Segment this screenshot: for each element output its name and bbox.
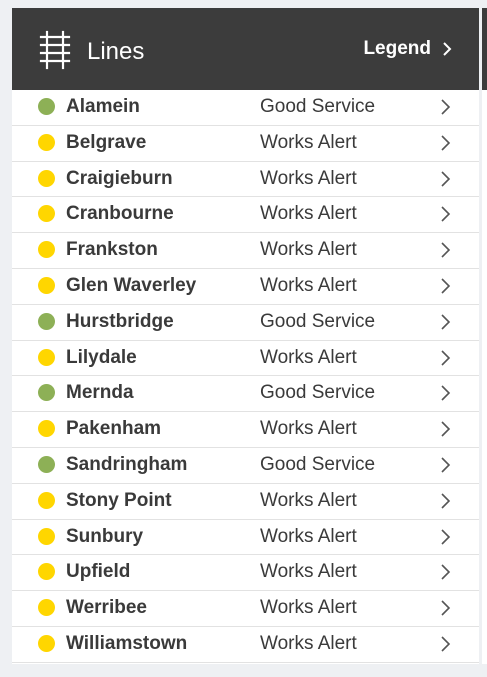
status-dot <box>38 98 55 115</box>
chevron-right-icon <box>441 636 451 652</box>
scroll-edge <box>482 90 487 664</box>
chevron-right-icon <box>443 42 452 56</box>
line-status: Works Alert <box>260 346 357 368</box>
line-row[interactable]: Glen Waverley Works Alert <box>12 269 479 305</box>
line-name: Cranbourne <box>66 203 174 225</box>
line-row[interactable]: Cranbourne Works Alert <box>12 197 479 234</box>
line-row[interactable]: Craigieburn Works Alert <box>12 162 479 198</box>
lines-panel: Lines Legend Alamein Good Service Belgrave… <box>12 8 479 664</box>
chevron-right-icon <box>441 600 451 616</box>
chevron-right-icon <box>441 206 451 222</box>
line-row[interactable]: Hurstbridge Good Service <box>12 305 479 341</box>
line-status: Good Service <box>260 453 376 475</box>
line-status: Works Alert <box>260 274 357 296</box>
lines-list: Alamein Good Service Belgrave Works Alert Cr… <box>12 90 479 663</box>
status-dot <box>38 169 55 187</box>
line-name: Stony Point <box>66 489 172 511</box>
chevron-right-icon <box>441 135 451 151</box>
status-dot <box>38 563 55 581</box>
status-dot <box>38 276 55 294</box>
status-dot <box>38 348 55 366</box>
status-dot <box>38 527 55 545</box>
status-dot <box>38 133 55 151</box>
status-dot <box>38 205 55 223</box>
line-name: Belgrave <box>66 131 147 153</box>
status-dot <box>38 420 55 438</box>
line-status: Good Service <box>260 96 376 117</box>
status-dot <box>38 599 55 617</box>
chevron-right-icon <box>441 421 451 437</box>
chevron-right-icon <box>441 564 451 580</box>
line-row[interactable]: Alamein Good Service <box>12 90 479 126</box>
line-row[interactable]: Mernda Good Service <box>12 376 479 413</box>
header-edge <box>482 8 487 90</box>
line-row[interactable]: Sunbury Works Alert <box>12 520 479 556</box>
chevron-right-icon <box>441 528 451 545</box>
line-status: Works Alert <box>260 489 357 511</box>
line-row[interactable]: Belgrave Works Alert <box>12 126 479 162</box>
line-name: Hurstbridge <box>66 310 174 332</box>
line-status: Works Alert <box>260 597 357 619</box>
line-name: Williamstown <box>66 632 188 654</box>
chevron-right-icon <box>441 99 451 115</box>
railway-track-icon <box>39 30 71 70</box>
page-title: Lines <box>87 38 145 65</box>
line-status: Works Alert <box>260 203 357 225</box>
line-name: Frankston <box>66 239 158 261</box>
chevron-right-icon <box>441 385 451 401</box>
line-status: Works Alert <box>260 418 357 440</box>
line-status: Works Alert <box>260 561 357 583</box>
line-name: Pakenham <box>66 418 162 440</box>
chevron-right-icon <box>441 350 451 366</box>
line-row[interactable]: Upfield Works Alert <box>12 555 479 592</box>
legend-button[interactable]: Legend <box>363 38 453 60</box>
line-name: Glen Waverley <box>66 274 197 296</box>
line-status: Works Alert <box>260 239 357 261</box>
line-name: Sunbury <box>66 525 144 547</box>
line-row[interactable]: Lilydale Works Alert <box>12 341 479 377</box>
status-dot <box>38 384 55 402</box>
chevron-right-icon <box>441 242 451 258</box>
line-row[interactable]: Werribee Works Alert <box>12 591 479 627</box>
status-dot <box>38 455 55 473</box>
line-status: Works Alert <box>260 632 357 654</box>
line-row[interactable]: Stony Point Works Alert <box>12 484 479 520</box>
line-name: Mernda <box>66 382 134 404</box>
status-dot <box>38 312 55 330</box>
line-status: Works Alert <box>260 167 357 189</box>
chevron-right-icon <box>441 493 451 509</box>
legend-label: Legend <box>363 38 431 59</box>
chevron-right-icon <box>441 171 451 187</box>
status-dot <box>38 241 55 259</box>
line-status: Good Service <box>260 310 376 332</box>
line-status: Good Service <box>260 382 376 404</box>
line-name: Sandringham <box>66 453 188 475</box>
line-name: Lilydale <box>66 346 137 368</box>
lines-header: Lines Legend <box>12 8 479 90</box>
chevron-right-icon <box>441 457 451 473</box>
line-name: Upfield <box>66 561 131 583</box>
status-dot <box>38 491 55 509</box>
line-row[interactable]: Pakenham Works Alert <box>12 412 479 448</box>
line-row[interactable]: Frankston Works Alert <box>12 233 479 269</box>
line-status: Works Alert <box>260 131 357 153</box>
status-dot <box>38 634 55 652</box>
chevron-right-icon <box>441 278 451 294</box>
chevron-right-icon <box>441 314 451 330</box>
line-status: Works Alert <box>260 525 357 547</box>
line-row[interactable]: Williamstown Works Alert <box>12 627 479 663</box>
line-name: Werribee <box>66 597 147 619</box>
line-name: Alamein <box>66 96 140 117</box>
line-row[interactable]: Sandringham Good Service <box>12 448 479 484</box>
line-name: Craigieburn <box>66 167 173 189</box>
